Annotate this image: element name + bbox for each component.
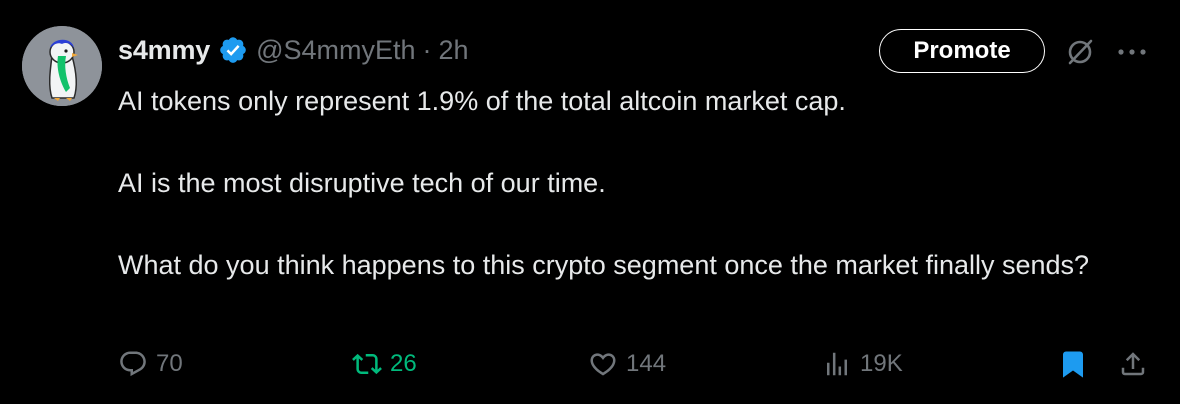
reply-count: 70: [156, 350, 183, 377]
views-button[interactable]: 19K: [822, 346, 903, 382]
like-button[interactable]: 144: [588, 346, 666, 382]
reply-button[interactable]: 70: [118, 346, 183, 382]
action-bar: 70 26 144 19K: [118, 346, 1158, 382]
tweet-header: s4mmy @S4mmyEth · 2h: [118, 30, 469, 70]
grok-icon[interactable]: [1064, 36, 1096, 68]
view-count: 19K: [860, 350, 903, 377]
views-icon: [827, 352, 847, 376]
like-count: 144: [626, 350, 667, 377]
repost-icon: [352, 353, 382, 375]
more-icon[interactable]: [1116, 46, 1148, 58]
author-handle[interactable]: @S4mmyEth: [256, 35, 415, 66]
tweet-paragraph: AI is the most disruptive tech of our ti…: [118, 168, 606, 198]
penguin-avatar-icon: [22, 26, 102, 106]
avatar[interactable]: [22, 26, 102, 106]
bookmark-icon: [1063, 351, 1083, 378]
tweet[interactable]: s4mmy @S4mmyEth · 2h Promote AI tokens o…: [0, 0, 1180, 404]
tweet-paragraph: AI tokens only represent 1.9% of the tot…: [118, 86, 846, 116]
tweet-text: AI tokens only represent 1.9% of the tot…: [118, 82, 1148, 284]
reply-icon: [120, 351, 146, 377]
heart-icon: [590, 353, 616, 376]
promote-button[interactable]: Promote: [879, 29, 1045, 73]
share-button[interactable]: [1118, 346, 1148, 382]
separator-dot: ·: [422, 34, 432, 65]
repost-button[interactable]: 26: [352, 346, 417, 382]
display-name[interactable]: s4mmy: [118, 35, 210, 66]
tweet-paragraph: What do you think happens to this crypto…: [118, 250, 1090, 280]
repost-count: 26: [390, 350, 417, 377]
timestamp[interactable]: 2h: [439, 35, 469, 66]
verified-badge-icon[interactable]: [218, 35, 248, 65]
bookmark-button[interactable]: [1058, 346, 1088, 382]
share-icon: [1121, 352, 1145, 376]
